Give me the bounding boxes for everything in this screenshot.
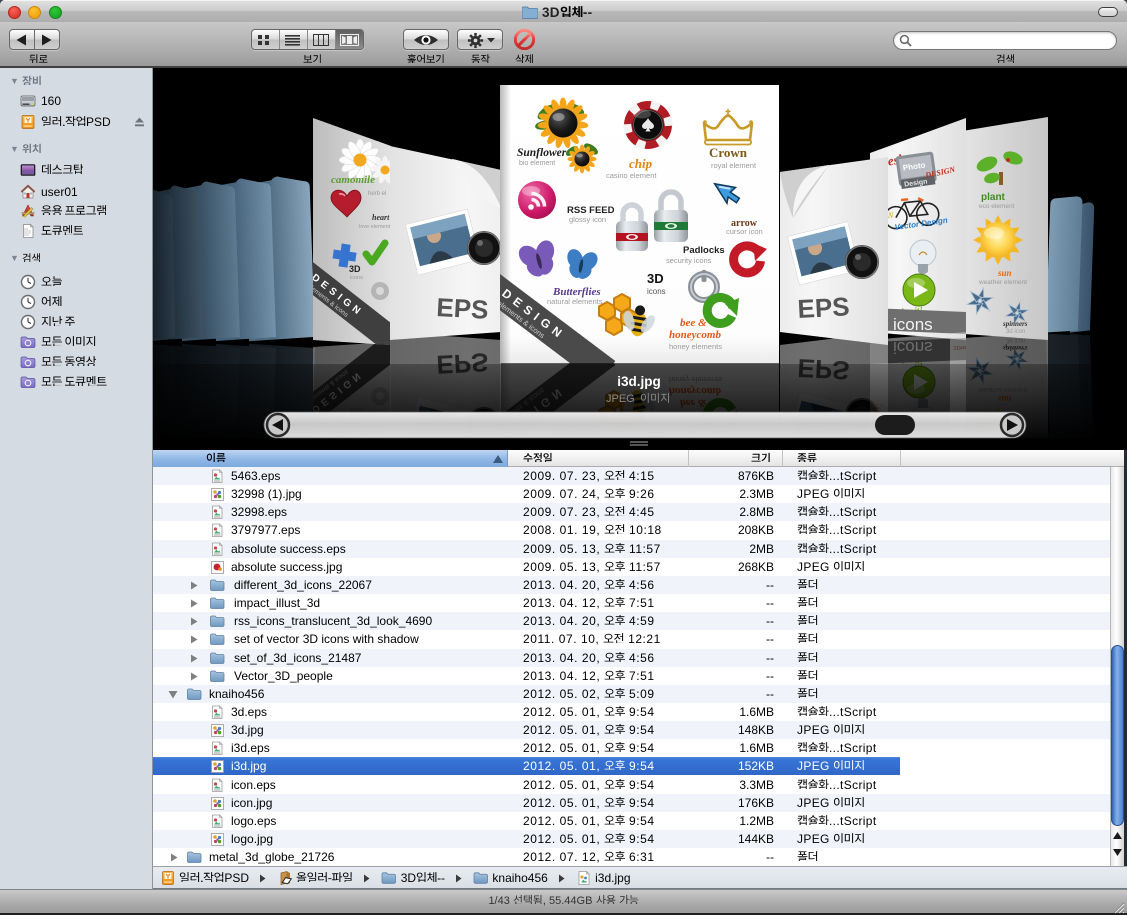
svg-text:honeycomb: honeycomb: [669, 329, 721, 341]
svg-text:herb el: herb el: [368, 191, 386, 197]
svg-text:honey elements: honey elements: [669, 342, 722, 351]
svg-text:chip: chip: [629, 156, 653, 171]
svg-text:sun: sun: [997, 268, 1012, 278]
svg-text:spinners: spinners: [1002, 320, 1028, 328]
svg-text:camomile: camomile: [331, 174, 375, 186]
svg-text:cursor icon: cursor icon: [726, 227, 763, 236]
svg-text:Sunflower: Sunflower: [517, 147, 567, 159]
svg-text:eco element: eco element: [979, 203, 1015, 210]
svg-text:icons: icons: [893, 315, 933, 334]
svg-text:3D: 3D: [647, 271, 664, 286]
svg-text:love element: love element: [359, 224, 391, 230]
svg-text:Crown: Crown: [709, 145, 748, 160]
svg-text:natural elements: natural elements: [547, 297, 603, 306]
svg-text:EPS: EPS: [797, 291, 851, 324]
svg-text:JPEG: JPEG: [606, 393, 635, 405]
svg-text:plant: plant: [981, 192, 1006, 203]
svg-text:icons: icons: [350, 275, 363, 281]
svg-text:bee &: bee &: [680, 317, 707, 329]
svg-text:i3d.jpg: i3d.jpg: [617, 374, 661, 389]
svg-text:3D: 3D: [349, 264, 361, 274]
svg-text:glossy icon: glossy icon: [569, 215, 606, 224]
svg-text:casino element: casino element: [606, 171, 657, 180]
svg-text:EPS: EPS: [436, 292, 490, 325]
svg-text:bio element: bio element: [519, 160, 555, 167]
svg-text:heart: heart: [372, 213, 390, 222]
svg-text:Padlocks: Padlocks: [683, 245, 725, 256]
svg-text:royal element: royal element: [711, 161, 757, 170]
svg-text:security icons: security icons: [666, 256, 712, 265]
svg-text:icons: icons: [647, 287, 666, 296]
svg-text:weather element: weather element: [978, 279, 1027, 286]
